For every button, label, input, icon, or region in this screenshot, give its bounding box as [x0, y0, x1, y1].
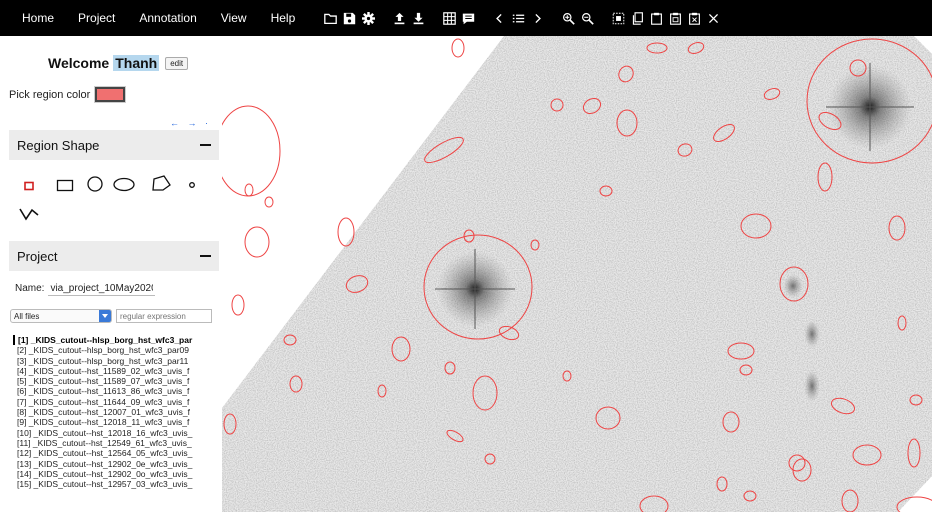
paste-icon[interactable]: [648, 10, 665, 27]
file-list-item[interactable]: [13] _KIDS_cutout--hst_12902_0e_wfc3_uvi…: [13, 459, 221, 469]
toolbar-zoom-group: [559, 0, 597, 36]
select-all-icon[interactable]: [610, 10, 627, 27]
annotation-region[interactable]: [451, 38, 465, 58]
download-icon[interactable]: [410, 10, 427, 27]
file-list-item[interactable]: [12] _KIDS_cutout--hst_12564_05_wfc3_uvi…: [13, 448, 221, 458]
grid-view-icon[interactable]: [441, 10, 458, 27]
toolbar-project-group: [321, 0, 378, 36]
region-shape-tools: [14, 175, 219, 227]
top-menu-bar: Home Project Annotation View Help: [0, 0, 932, 36]
file-list-item[interactable]: [2] _KIDS_cutout--hlsp_borg_hst_wfc3_par…: [13, 345, 221, 355]
region-color-label: Pick region color: [9, 88, 91, 101]
paste-delete-icon[interactable]: [686, 10, 703, 27]
region-shape-title: Region Shape: [17, 137, 100, 153]
next-image-icon[interactable]: [529, 10, 546, 27]
user-name: Thanh: [113, 55, 160, 71]
file-list-item[interactable]: [15] _KIDS_cutout--hst_12957_03_wfc3_uvi…: [13, 479, 221, 489]
close-icon[interactable]: [705, 10, 722, 27]
polyline-shape-tool[interactable]: [19, 206, 39, 222]
regex-filter-input[interactable]: [116, 309, 212, 323]
project-name-label: Name:: [15, 283, 45, 294]
project-name-row: Name:: [15, 281, 156, 296]
panel-resize-arrows[interactable]: ← → ·: [170, 118, 211, 128]
rectangle-shape-tool[interactable]: [22, 179, 36, 193]
prev-image-icon[interactable]: [491, 10, 508, 27]
file-filter-select-value: All files: [14, 311, 40, 321]
image-viewer[interactable]: [222, 36, 932, 512]
toolbar-view-group: [440, 0, 478, 36]
annotation-region[interactable]: [337, 217, 355, 247]
collapse-region-shape-icon[interactable]: [200, 144, 211, 146]
region-shape-header[interactable]: Region Shape: [9, 130, 219, 160]
left-side-panel: Welcome Thanh edit Pick region color ← →…: [0, 36, 222, 512]
point-shape-tool[interactable]: [187, 180, 197, 190]
file-list-item[interactable]: [4] _KIDS_cutout--hst_11589_02_wfc3_uvis…: [13, 366, 221, 376]
ellipse-shape-tool[interactable]: [112, 177, 136, 192]
annotation-region[interactable]: [244, 183, 254, 197]
toolbar-io-group: [390, 0, 428, 36]
file-filter-select[interactable]: All files: [10, 309, 112, 323]
copy-icon[interactable]: [629, 10, 646, 27]
chevron-down-icon: [99, 310, 111, 322]
circle-shape-tool[interactable]: [86, 175, 104, 193]
image-content: [222, 36, 932, 512]
file-list-item[interactable]: [14] _KIDS_cutout--hst_12902_0o_wfc3_uvi…: [13, 469, 221, 479]
project-file-list: [1] _KIDS_cutout--hlsp_borg_hst_wfc3_par…: [13, 335, 221, 489]
annotation-region[interactable]: [231, 294, 245, 316]
upload-icon[interactable]: [391, 10, 408, 27]
file-list-item[interactable]: [3] _KIDS_cutout--hlsp_borg_hst_wfc3_par…: [13, 356, 221, 366]
file-list-item[interactable]: [11] _KIDS_cutout--hst_12549_61_wfc3_uvi…: [13, 438, 221, 448]
settings-icon[interactable]: [360, 10, 377, 27]
paste-in-icon[interactable]: [667, 10, 684, 27]
polygon-shape-tool[interactable]: [150, 174, 172, 194]
menu-help[interactable]: Help: [259, 0, 308, 36]
annotation-editor-icon[interactable]: [460, 10, 477, 27]
file-list-item[interactable]: [6] _KIDS_cutout--hst_11613_86_wfc3_uvis…: [13, 386, 221, 396]
app-window: Home Project Annotation View Help Welcom…: [0, 0, 932, 512]
project-title: Project: [17, 248, 58, 264]
welcome-banner: Welcome Thanh edit: [48, 55, 189, 71]
toolbar-navigation-group: [490, 0, 547, 36]
project-header[interactable]: Project: [9, 241, 219, 271]
toolbar-region-group: [609, 0, 723, 36]
file-list-item[interactable]: [7] _KIDS_cutout--hst_11644_09_wfc3_uvis…: [13, 397, 221, 407]
project-name-input[interactable]: [48, 281, 156, 296]
region-color-row: Pick region color: [9, 86, 127, 103]
menu-view[interactable]: View: [209, 0, 259, 36]
image-list-icon[interactable]: [510, 10, 527, 27]
file-filter-row: All files: [10, 309, 212, 323]
save-icon[interactable]: [341, 10, 358, 27]
file-list-item[interactable]: [1] _KIDS_cutout--hlsp_borg_hst_wfc3_par: [13, 335, 221, 346]
annotation-region[interactable]: [244, 226, 270, 258]
menu-project[interactable]: Project: [66, 0, 127, 36]
annotation-region[interactable]: [264, 196, 274, 208]
collapse-project-icon[interactable]: [200, 255, 211, 257]
zoom-out-icon[interactable]: [579, 10, 596, 27]
file-list-item[interactable]: [9] _KIDS_cutout--hst_12018_11_wfc3_uvis…: [13, 417, 221, 427]
main-menu: Home Project Annotation View Help: [0, 0, 307, 36]
folder-icon[interactable]: [322, 10, 339, 27]
file-list-item[interactable]: [10] _KIDS_cutout--hst_12018_16_wfc3_uvi…: [13, 428, 221, 438]
annotation-region[interactable]: [222, 105, 281, 197]
menu-annotation[interactable]: Annotation: [127, 0, 208, 36]
rectangle-outline-icon[interactable]: [56, 178, 74, 192]
file-list-item[interactable]: [5] _KIDS_cutout--hst_11589_07_wfc3_uvis…: [13, 376, 221, 386]
menu-home[interactable]: Home: [0, 0, 66, 36]
file-list-item[interactable]: [8] _KIDS_cutout--hst_12007_01_wfc3_uvis…: [13, 407, 221, 417]
zoom-in-icon[interactable]: [560, 10, 577, 27]
astronomy-image-canvas[interactable]: [222, 36, 932, 512]
region-color-picker[interactable]: [94, 86, 127, 103]
edit-user-button[interactable]: edit: [165, 56, 189, 70]
welcome-text: Welcome: [48, 55, 110, 71]
